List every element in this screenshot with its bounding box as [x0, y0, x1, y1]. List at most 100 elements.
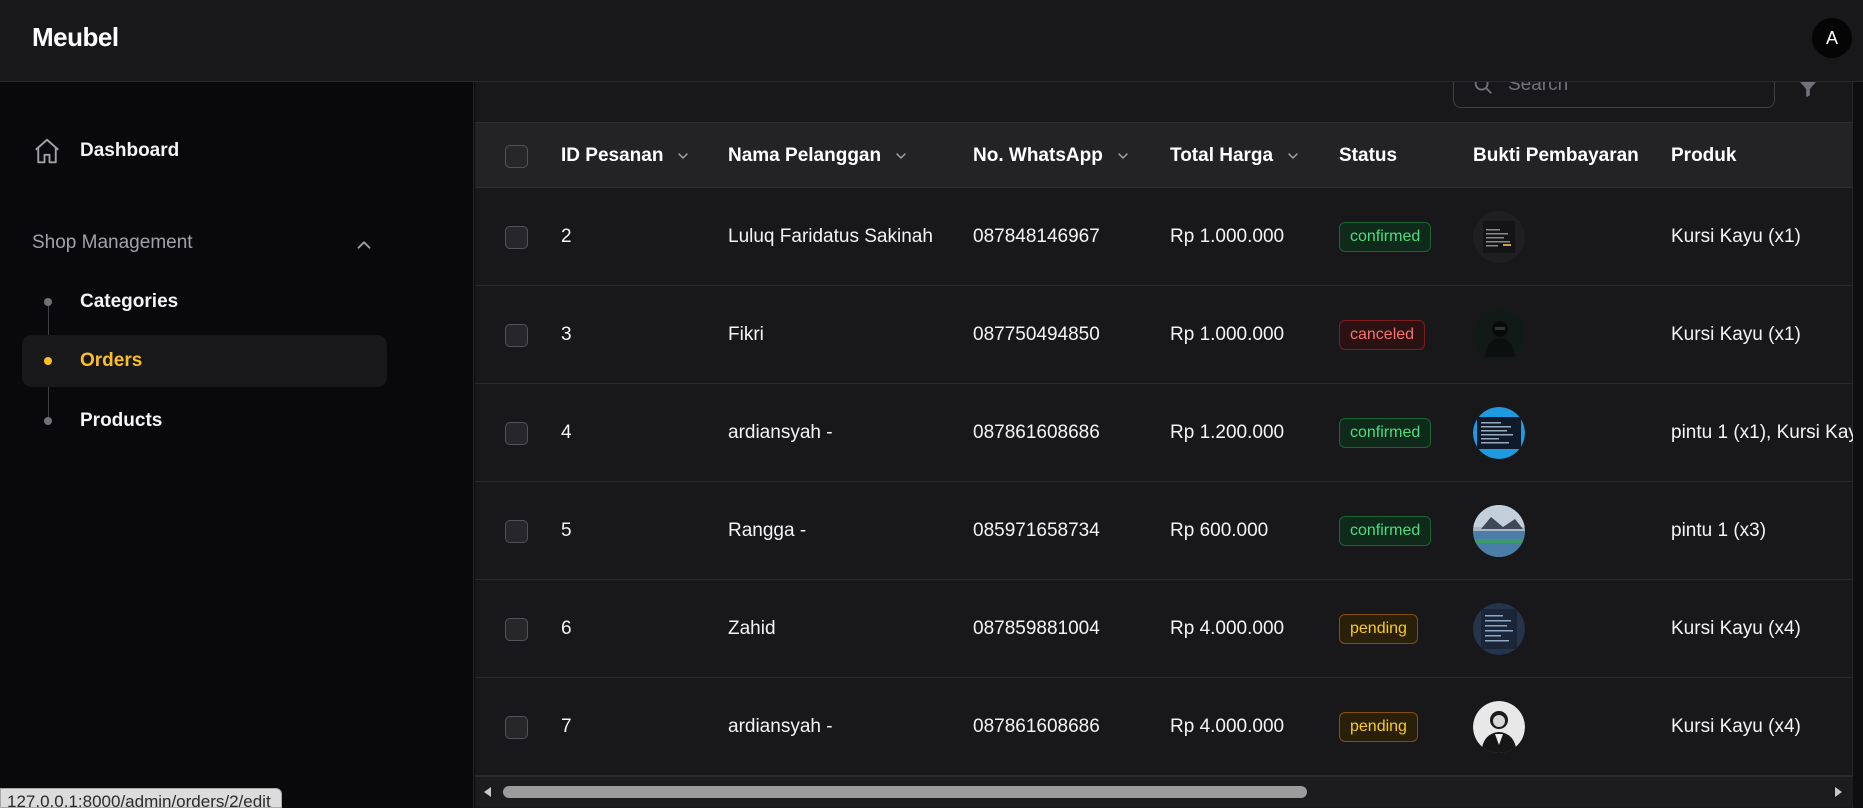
search-box[interactable]: [1453, 82, 1775, 108]
sidebar-item-label: Categories: [80, 291, 179, 312]
cell-customer-name: ardiansyah -: [728, 716, 833, 737]
cell-payment-proof: [1473, 286, 1525, 384]
cell-total: Rp 1.200.000: [1170, 422, 1285, 443]
sidebar-item-label: Products: [80, 410, 163, 431]
sidebar-item-label: Dashboard: [80, 140, 180, 161]
orders-table: ID Pesanan Nama Pelanggan No. WhatsApp T…: [475, 122, 1853, 776]
cell-payment-proof: [1473, 384, 1525, 482]
sidebar-item-categories[interactable]: Categories: [22, 276, 387, 328]
cell-customer-name: Fikri: [728, 324, 764, 345]
table-row[interactable]: 2 Luluq Faridatus Sakinah 087848146967 R…: [475, 188, 1853, 286]
payment-proof-thumbnail[interactable]: [1473, 309, 1525, 361]
sidebar-item-label: Orders: [80, 350, 143, 371]
cell-customer-name: Rangga -: [728, 520, 807, 541]
cell-customer-name: Luluq Faridatus Sakinah: [728, 226, 933, 247]
row-checkbox[interactable]: [505, 519, 528, 543]
cell-id: 7: [561, 716, 572, 737]
payment-proof-thumbnail[interactable]: [1473, 505, 1525, 557]
scroll-left-arrow-icon[interactable]: [481, 785, 495, 799]
status-badge: confirmed: [1339, 222, 1432, 252]
row-checkbox-cell: [505, 384, 528, 482]
chevron-down-icon: [678, 153, 689, 160]
horizontal-scrollbar[interactable]: [475, 776, 1853, 806]
cell-payment-proof: [1473, 482, 1525, 580]
select-all-checkbox[interactable]: [505, 144, 528, 168]
column-header-name[interactable]: Nama Pelanggan: [728, 123, 909, 189]
scroll-right-arrow-icon[interactable]: [1831, 785, 1845, 799]
column-header-phone[interactable]: No. WhatsApp: [973, 123, 1131, 189]
sidebar-item-orders[interactable]: Orders: [22, 335, 387, 387]
row-checkbox-cell: [505, 286, 528, 384]
cell-id: 3: [561, 324, 572, 345]
nav-dot: [44, 298, 52, 306]
status-badge: pending: [1339, 712, 1418, 742]
table-header: ID Pesanan Nama Pelanggan No. WhatsApp T…: [475, 122, 1853, 188]
sidebar-item-products[interactable]: Products: [22, 395, 387, 447]
row-checkbox[interactable]: [505, 715, 528, 739]
cell-status: confirmed: [1339, 188, 1432, 286]
cell-payment-proof: [1473, 678, 1525, 776]
nav-group-shop-management[interactable]: Shop Management: [32, 232, 193, 254]
orders-table-panel: ID Pesanan Nama Pelanggan No. WhatsApp T…: [475, 82, 1853, 808]
cell-total: Rp 4.000.000: [1170, 618, 1285, 639]
cell-status: pending: [1339, 678, 1418, 776]
cell-product: Kursi Kayu (x4): [1671, 618, 1801, 639]
payment-proof-thumbnail[interactable]: [1473, 211, 1525, 263]
row-checkbox-cell: [505, 678, 528, 776]
row-checkbox[interactable]: [505, 225, 528, 249]
cell-status: confirmed: [1339, 482, 1432, 580]
main-content: ID Pesanan Nama Pelanggan No. WhatsApp T…: [475, 82, 1863, 808]
table-row[interactable]: 6 Zahid 087859881004 Rp 4.000.000 pendin…: [475, 580, 1853, 678]
cell-status: confirmed: [1339, 384, 1432, 482]
filter-icon[interactable]: [1797, 82, 1819, 100]
cell-whatsapp: 085971658734: [973, 520, 1100, 541]
sidebar-item-dashboard[interactable]: Dashboard: [32, 134, 179, 168]
cell-id: 6: [561, 618, 572, 639]
table-row[interactable]: 3 Fikri 087750494850 Rp 1.000.000 cancel…: [475, 286, 1853, 384]
search-input[interactable]: [1508, 82, 1748, 96]
row-checkbox[interactable]: [505, 617, 528, 641]
cell-payment-proof: [1473, 188, 1525, 286]
cell-total: Rp 1.000.000: [1170, 226, 1285, 247]
cell-product: pintu 1 (x1), Kursi Kayu (x1): [1671, 422, 1853, 443]
cell-product: Kursi Kayu (x4): [1671, 716, 1801, 737]
cell-customer-name: ardiansyah -: [728, 422, 833, 443]
cell-id: 2: [561, 226, 572, 247]
cell-status: pending: [1339, 580, 1418, 678]
status-badge: confirmed: [1339, 516, 1432, 546]
cell-id: 4: [561, 422, 572, 443]
cell-whatsapp: 087861608686: [973, 422, 1100, 443]
column-header-total[interactable]: Total Harga: [1170, 123, 1301, 189]
column-header-label: Total Harga: [1170, 145, 1274, 166]
user-avatar[interactable]: A: [1812, 18, 1852, 58]
link-status-url: 127.0.0.1:8000/admin/orders/2/edit: [0, 788, 282, 808]
select-all-cell: [505, 123, 528, 189]
column-header-status: Status: [1339, 145, 1398, 166]
cell-product: Kursi Kayu (x1): [1671, 226, 1801, 247]
chevron-up-icon[interactable]: [353, 234, 375, 256]
cell-product: Kursi Kayu (x1): [1671, 324, 1801, 345]
column-header-id[interactable]: ID Pesanan: [561, 123, 691, 189]
brand-logo[interactable]: Meubel: [32, 22, 119, 53]
cell-whatsapp: 087861608686: [973, 716, 1100, 737]
table-row[interactable]: 5 Rangga - 085971658734 Rp 600.000 confi…: [475, 482, 1853, 580]
payment-proof-thumbnail[interactable]: [1473, 407, 1525, 459]
status-badge: confirmed: [1339, 418, 1432, 448]
payment-proof-thumbnail[interactable]: [1473, 603, 1525, 655]
cell-whatsapp: 087859881004: [973, 618, 1100, 639]
cell-id: 5: [561, 520, 572, 541]
chevron-down-icon: [1288, 153, 1298, 160]
row-checkbox-cell: [505, 188, 528, 286]
scrollbar-thumb[interactable]: [503, 786, 1307, 798]
row-checkbox[interactable]: [505, 323, 528, 347]
column-header-product: Produk: [1671, 145, 1737, 166]
payment-proof-thumbnail[interactable]: [1473, 701, 1525, 753]
row-checkbox[interactable]: [505, 421, 528, 445]
table-row[interactable]: 7 ardiansyah - 087861608686 Rp 4.000.000…: [475, 678, 1853, 776]
cell-payment-proof: [1473, 580, 1525, 678]
sidebar: Dashboard Shop Management Categories Ord…: [0, 82, 474, 808]
cell-total: Rp 600.000: [1170, 520, 1269, 541]
table-row[interactable]: 4 ardiansyah - 087861608686 Rp 1.200.000…: [475, 384, 1853, 482]
row-checkbox-cell: [505, 482, 528, 580]
nav-dot: [44, 417, 52, 425]
